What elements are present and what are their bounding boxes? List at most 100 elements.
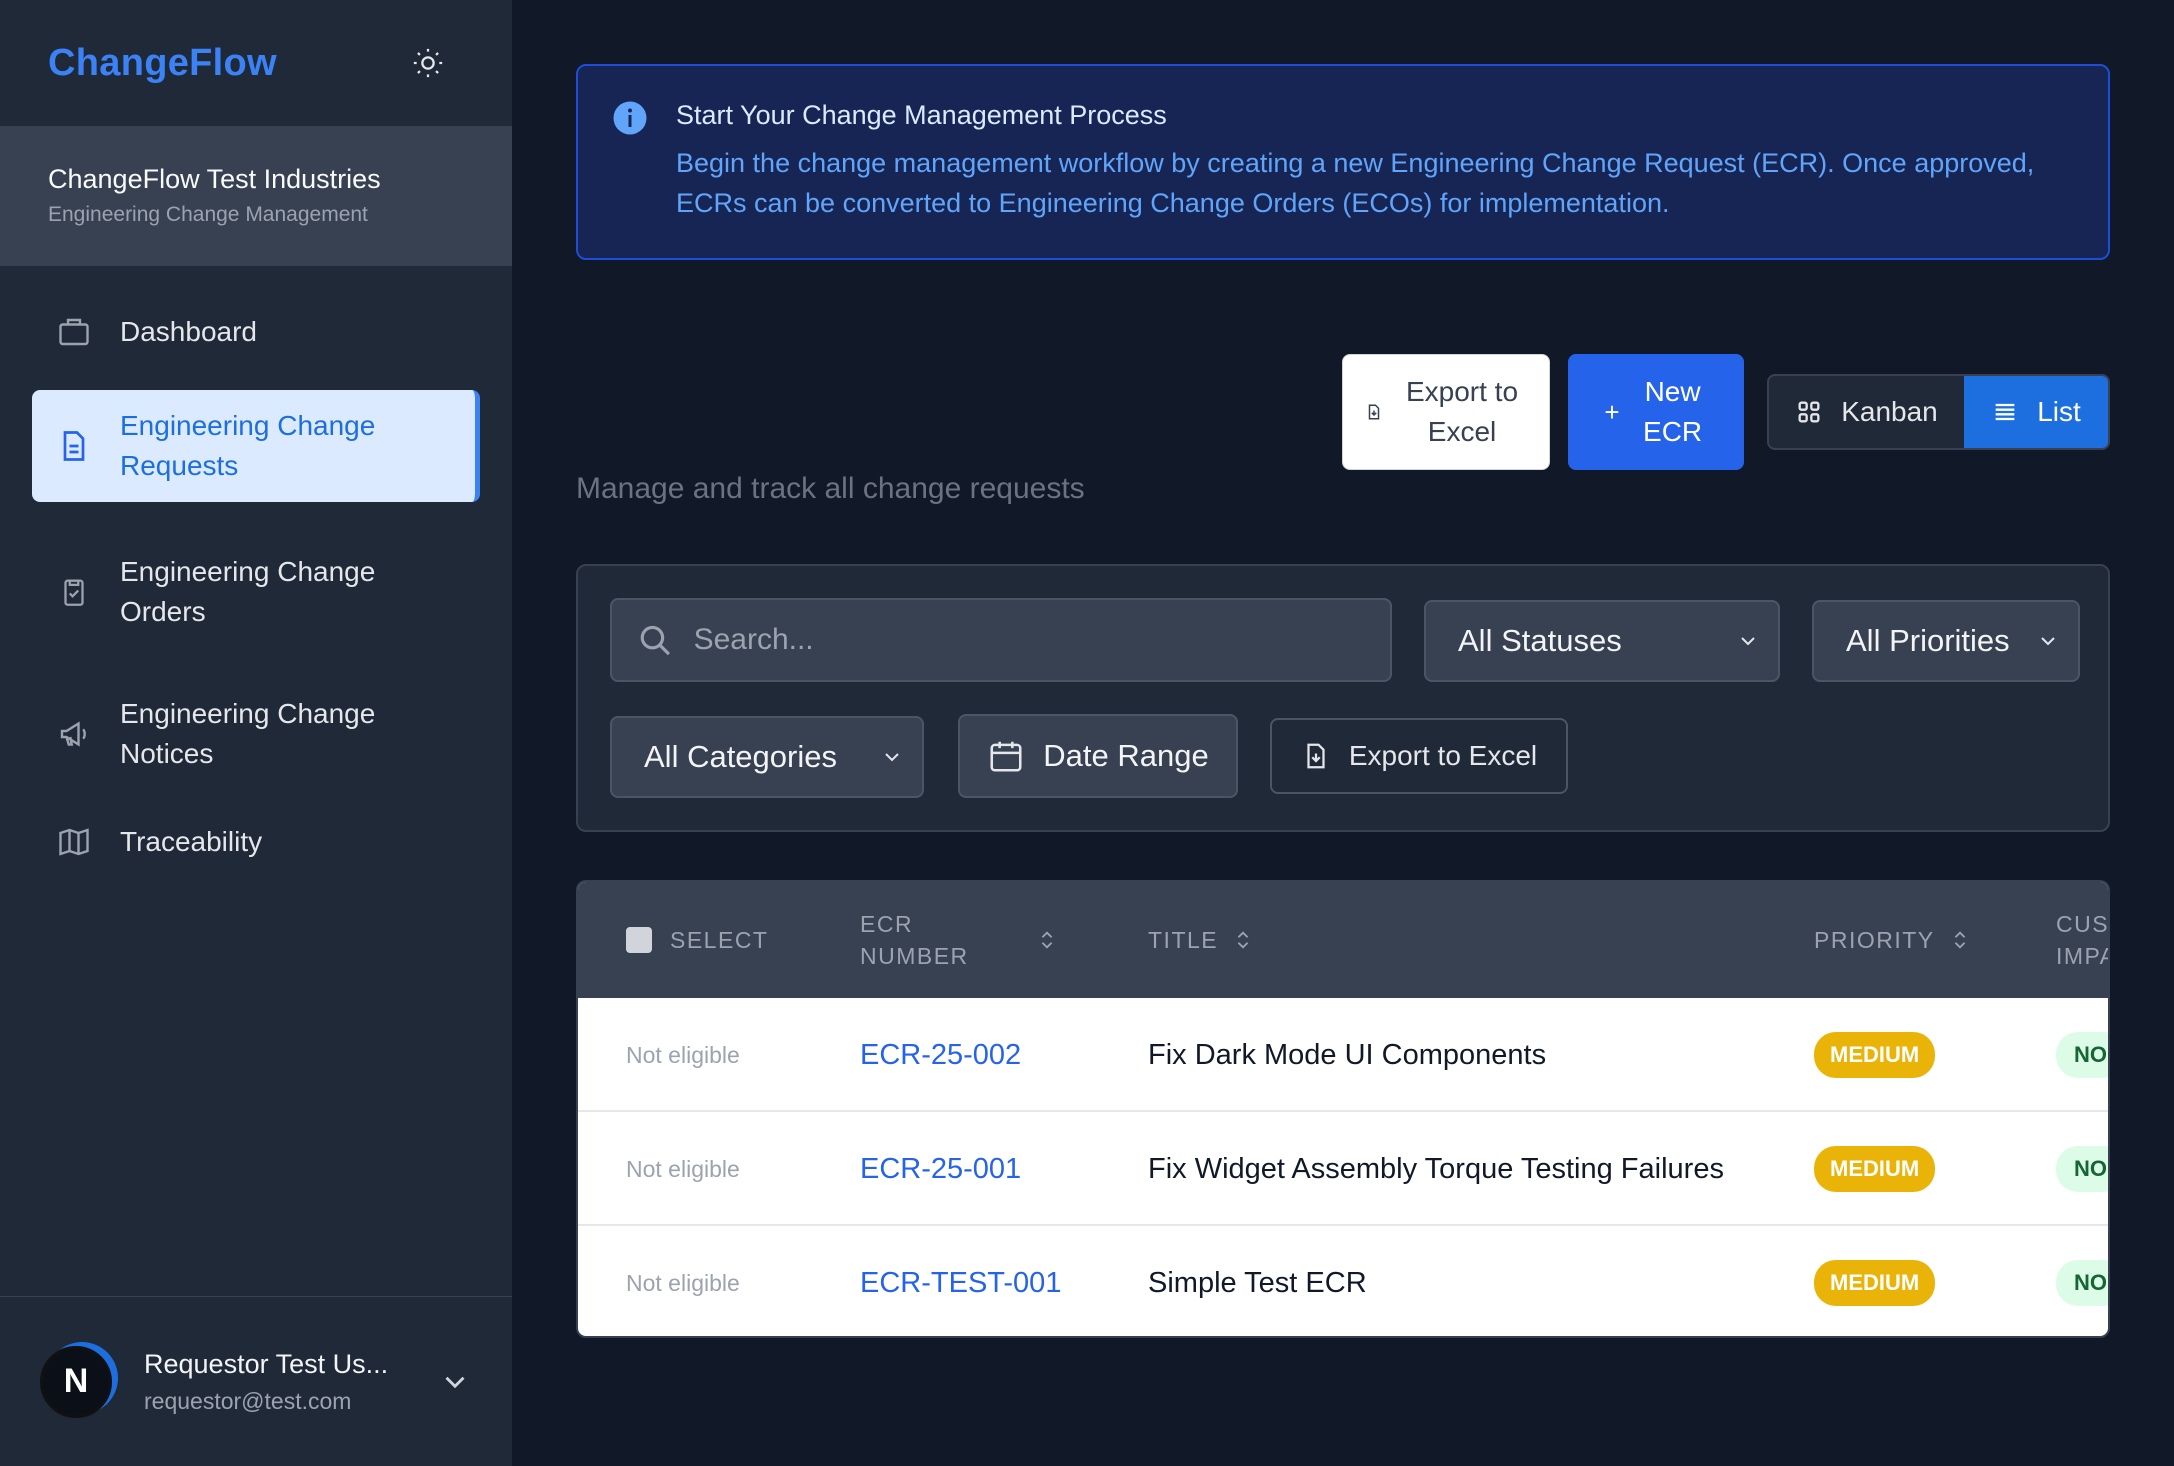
customer-impact-badge: NO xyxy=(2056,1032,2108,1078)
date-range-label: Date Range xyxy=(1043,738,1209,773)
ecr-number-header-label: ECR NUMBER xyxy=(860,911,969,969)
sidebar-item-dashboard[interactable]: Dashboard xyxy=(32,302,480,362)
file-download-icon xyxy=(1307,743,1325,769)
org-subtitle: Engineering Change Management xyxy=(48,203,368,226)
user-name: Requestor Test Us... xyxy=(144,1348,389,1379)
customer-impact-cell: NO xyxy=(2056,1112,2108,1226)
status-select[interactable]: All Statuses xyxy=(1424,600,1780,682)
priority-column-header[interactable]: PRIORITY xyxy=(1814,882,1971,998)
sidebar-item-label: Engineering Change Orders xyxy=(120,556,376,627)
list-icon xyxy=(1995,403,2015,421)
filter-panel: All Statuses All Priorities All Categori… xyxy=(576,564,2110,832)
priority-header-label: PRIORITY xyxy=(1814,926,1935,953)
title-header-label: TITLE xyxy=(1148,926,1219,953)
brand-row: ChangeFlow xyxy=(0,0,512,126)
chevron-down-icon xyxy=(885,753,899,762)
brand-logo[interactable]: ChangeFlow xyxy=(48,42,277,85)
select-column-header: SELECT xyxy=(626,882,768,998)
export-to-excel-button[interactable]: Export to Excel xyxy=(1342,354,1550,470)
new-ecr-button[interactable]: + New ECR xyxy=(1568,354,1744,470)
ecr-title: Simple Test ECR xyxy=(1148,1266,1367,1299)
document-icon xyxy=(54,426,94,466)
chevron-down-icon[interactable] xyxy=(438,1365,472,1399)
sidebar-item-engineering-change-requests[interactable]: Engineering Change Requests xyxy=(32,390,480,502)
priority-select[interactable]: All Priorities xyxy=(1812,600,2080,682)
avatar: N xyxy=(40,1345,112,1418)
chevron-down-icon xyxy=(1741,637,1755,646)
user-email: requestor@test.com xyxy=(144,1387,352,1414)
banner-title: Start Your Change Management Process xyxy=(676,100,1167,130)
plus-icon: + xyxy=(1604,397,1620,427)
ecr-number-column-header[interactable]: ECR NUMBER xyxy=(860,882,1058,998)
sidebar-item-label: Engineering Change Requests xyxy=(120,410,376,481)
user-menu[interactable]: N Requestor Test Us... requestor@test.co… xyxy=(0,1296,512,1466)
export-to-excel-filter-label: Export to Excel xyxy=(1348,740,1538,771)
sidebar-item-engineering-change-orders[interactable]: Engineering Change Orders xyxy=(32,540,480,644)
category-select[interactable]: All Categories xyxy=(610,716,924,798)
sidebar: ChangeFlow ChangeFlow Test Industries En… xyxy=(0,0,512,1466)
customer-impact-badge: NO xyxy=(2056,1260,2108,1306)
sun-icon xyxy=(413,48,443,78)
kanban-label: Kanban xyxy=(1841,396,1938,427)
ecr-number-link[interactable]: ECR-TEST-001 xyxy=(860,1226,1061,1336)
sort-icon xyxy=(1041,931,1053,949)
table-header: SELECT ECR NUMBER TITLE PRIORITY CUSTOME… xyxy=(578,882,2108,998)
ecr-table: SELECT ECR NUMBER TITLE PRIORITY CUSTOME… xyxy=(576,880,2110,1338)
sidebar-item-engineering-change-notices[interactable]: Engineering Change Notices xyxy=(32,682,480,786)
sidebar-item-label: Engineering Change Notices xyxy=(120,698,376,769)
table-row[interactable]: Not eligible ECR-25-002 Fix Dark Mode UI… xyxy=(578,998,2108,1112)
sort-icon xyxy=(1237,931,1249,949)
list-label: List xyxy=(2037,396,2081,427)
priority-badge: MEDIUM xyxy=(1814,1146,1936,1192)
sidebar-item-traceability[interactable]: Traceability xyxy=(32,812,480,872)
table-row[interactable]: Not eligible ECR-25-001 Fix Widget Assem… xyxy=(578,1112,2108,1226)
ecr-number-link[interactable]: ECR-25-002 xyxy=(860,998,1021,1112)
eligibility-text: Not eligible xyxy=(626,1041,740,1068)
banner-text: Begin the change management workflow by … xyxy=(676,148,2035,218)
org-name: ChangeFlow Test Industries xyxy=(48,164,381,194)
ecr-title: Fix Dark Mode UI Components xyxy=(1148,1038,1547,1071)
export-to-excel-filter-button[interactable]: Export to Excel xyxy=(1270,718,1568,794)
org-panel: ChangeFlow Test Industries Engineering C… xyxy=(0,126,512,266)
customer-impact-column-header[interactable]: CUSTOMER IMPACT xyxy=(2056,882,2110,998)
grid-icon xyxy=(1798,401,1820,423)
date-range-button[interactable]: Date Range xyxy=(958,714,1238,798)
theme-toggle-button[interactable] xyxy=(408,43,448,83)
table-row[interactable]: Not eligible ECR-TEST-001 Simple Test EC… xyxy=(578,1226,2108,1336)
search-icon xyxy=(640,625,670,656)
page-subtitle: Manage and track all change requests xyxy=(576,472,1085,505)
user-info: Requestor Test Us... requestor@test.com xyxy=(144,1349,438,1415)
sidebar-item-label: Traceability xyxy=(120,826,263,857)
file-download-icon xyxy=(1368,404,1380,420)
view-toggle: Kanban List xyxy=(1767,374,2110,450)
info-banner: Start Your Change Management Process Beg… xyxy=(576,64,2110,260)
info-icon xyxy=(613,101,647,135)
calendar-icon xyxy=(990,741,1022,772)
customer-impact-header-label: CUSTOMER IMPACT xyxy=(2056,911,2110,969)
priority-select-value: All Priorities xyxy=(1846,623,2010,658)
kanban-view-button[interactable]: Kanban xyxy=(1769,376,1964,448)
search-box[interactable] xyxy=(610,598,1392,682)
eligibility-text: Not eligible xyxy=(626,1269,740,1296)
megaphone-icon xyxy=(54,714,94,754)
priority-cell: MEDIUM xyxy=(1814,998,1936,1112)
select-header-label: SELECT xyxy=(670,926,769,953)
new-ecr-label: New ECR xyxy=(1643,376,1703,447)
customer-impact-cell: NO xyxy=(2056,1226,2108,1336)
search-input[interactable] xyxy=(693,623,1366,657)
sidebar-item-label: Dashboard xyxy=(120,316,257,347)
sidebar-nav: Dashboard Engineering Change Requests En… xyxy=(0,266,512,872)
category-select-value: All Categories xyxy=(644,739,837,774)
export-to-excel-label: Export to Excel xyxy=(1405,376,1519,447)
clipboard-check-icon xyxy=(54,572,94,612)
status-select-value: All Statuses xyxy=(1458,623,1622,658)
list-view-button[interactable]: List xyxy=(1964,376,2108,448)
chevron-down-icon xyxy=(2041,637,2055,646)
map-icon xyxy=(54,822,94,862)
title-column-header[interactable]: TITLE xyxy=(1148,882,1254,998)
sort-icon xyxy=(1954,931,1965,949)
briefcase-icon xyxy=(54,312,94,352)
ecr-number-link[interactable]: ECR-25-001 xyxy=(860,1112,1021,1226)
eligibility-text: Not eligible xyxy=(626,1155,740,1182)
select-all-checkbox[interactable] xyxy=(626,927,652,953)
